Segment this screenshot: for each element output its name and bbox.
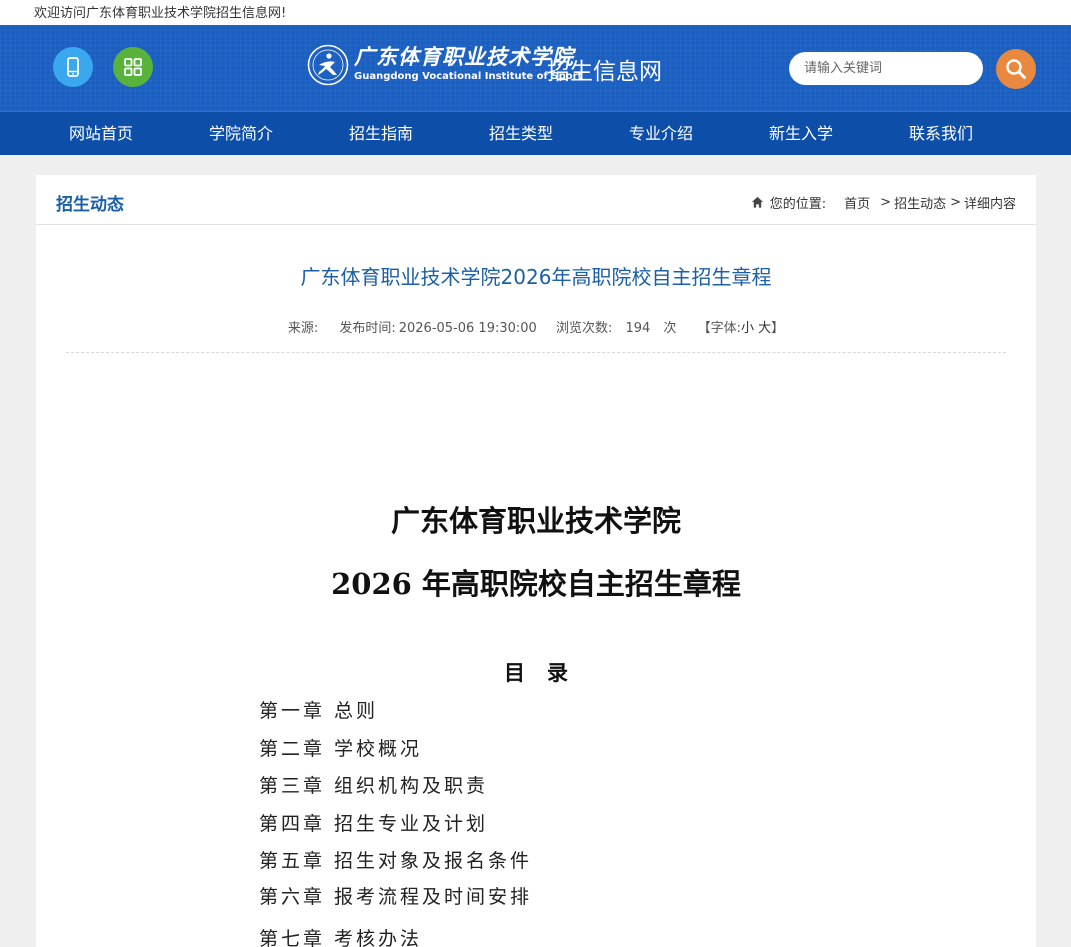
search-input[interactable] [789, 52, 983, 85]
main-navigation: 网站首页 学院简介 招生指南 招生类型 专业介绍 新生入学 联系我们 [0, 111, 1071, 155]
font-size-switcher: 【字体:小 大】 [697, 321, 785, 336]
breadcrumb-prefix: 您的位置: [769, 197, 827, 212]
publish-label: 发布时间: [339, 321, 396, 336]
views-label: 浏览次数: [555, 321, 613, 336]
grid-icon [124, 58, 142, 76]
toc-item: 第二章 学校概况 [259, 738, 423, 760]
top-welcome-bar: 欢迎访问广东体育职业技术学院招生信息网! [0, 0, 1071, 25]
toc-item: 第六章 报考流程及时间安排 [259, 886, 533, 908]
content-panel: 招生动态 您的位置: 首页 > 招生动态 > 详细内容 广东体育职业技术学院20… [36, 175, 1036, 947]
views-unit: 次 [663, 321, 677, 336]
toc-item: 第五章 招生对象及报名条件 [259, 850, 533, 872]
font-large-link[interactable]: 大 [758, 321, 771, 336]
nav-item-about[interactable]: 学院简介 [171, 112, 311, 155]
section-title: 招生动态 [56, 195, 124, 215]
search-button[interactable] [996, 49, 1036, 89]
font-small-link[interactable]: 小 [741, 321, 754, 336]
nav-item-guide[interactable]: 招生指南 [311, 112, 451, 155]
article-title: 广东体育职业技术学院2026年高职院校自主招生章程 [300, 265, 772, 289]
breadcrumb-category-link[interactable]: 招生动态 [894, 193, 946, 212]
document-title-line2: 2026 年高职院校自主招生章程 [331, 567, 741, 601]
nav-item-freshmen[interactable]: 新生入学 [731, 112, 871, 155]
meta-divider [66, 352, 1006, 353]
publish-time: 2026-05-06 19:30:00 [398, 321, 537, 336]
breadcrumb-separator: > [880, 195, 892, 210]
institute-logo[interactable]: 广东体育职业技术学院 Guangdong Vocational Institut… [307, 41, 687, 93]
breadcrumb-current: 详细内容 [963, 197, 1016, 212]
nav-item-majors[interactable]: 专业介绍 [591, 112, 731, 155]
site-name: 招生信息网 [547, 59, 662, 85]
apps-grid-button[interactable] [113, 47, 153, 87]
nav-item-types[interactable]: 招生类型 [451, 112, 591, 155]
mobile-phone-icon [67, 57, 79, 77]
site-header: 广东体育职业技术学院 Guangdong Vocational Institut… [0, 25, 1071, 111]
toc-item: 第一章 总则 [259, 700, 379, 722]
toc-item: 第七章 考核办法 [259, 928, 423, 947]
breadcrumb: 您的位置: 首页 > 招生动态 > 详细内容 [751, 193, 1016, 212]
breadcrumb-home-link[interactable]: 首页 [844, 193, 870, 212]
toc-heading: 目录 [504, 660, 590, 685]
source-label: 来源: [287, 321, 319, 336]
home-icon [751, 196, 763, 208]
welcome-text: 欢迎访问广东体育职业技术学院招生信息网! [34, 6, 287, 21]
article-meta: 来源: 发布时间: 2026-05-06 19:30:00 浏览次数: 194 次… [36, 317, 1036, 336]
views-count: 194 [625, 321, 651, 336]
search-icon [1006, 59, 1026, 79]
nav-item-contact[interactable]: 联系我们 [871, 112, 1011, 155]
toc-item: 第四章 招生专业及计划 [259, 813, 489, 835]
logo-chinese-name: 广东体育职业技术学院 [354, 44, 574, 69]
toc-item: 第三章 组织机构及职责 [259, 775, 489, 797]
section-header: 招生动态 您的位置: 首页 > 招生动态 > 详细内容 [36, 175, 1036, 225]
breadcrumb-separator: > [950, 195, 961, 210]
mobile-site-button[interactable] [53, 47, 93, 87]
institute-emblem-icon [307, 44, 349, 86]
nav-item-home[interactable]: 网站首页 [31, 112, 171, 155]
document-title-line1: 广东体育职业技术学院 [390, 504, 681, 538]
